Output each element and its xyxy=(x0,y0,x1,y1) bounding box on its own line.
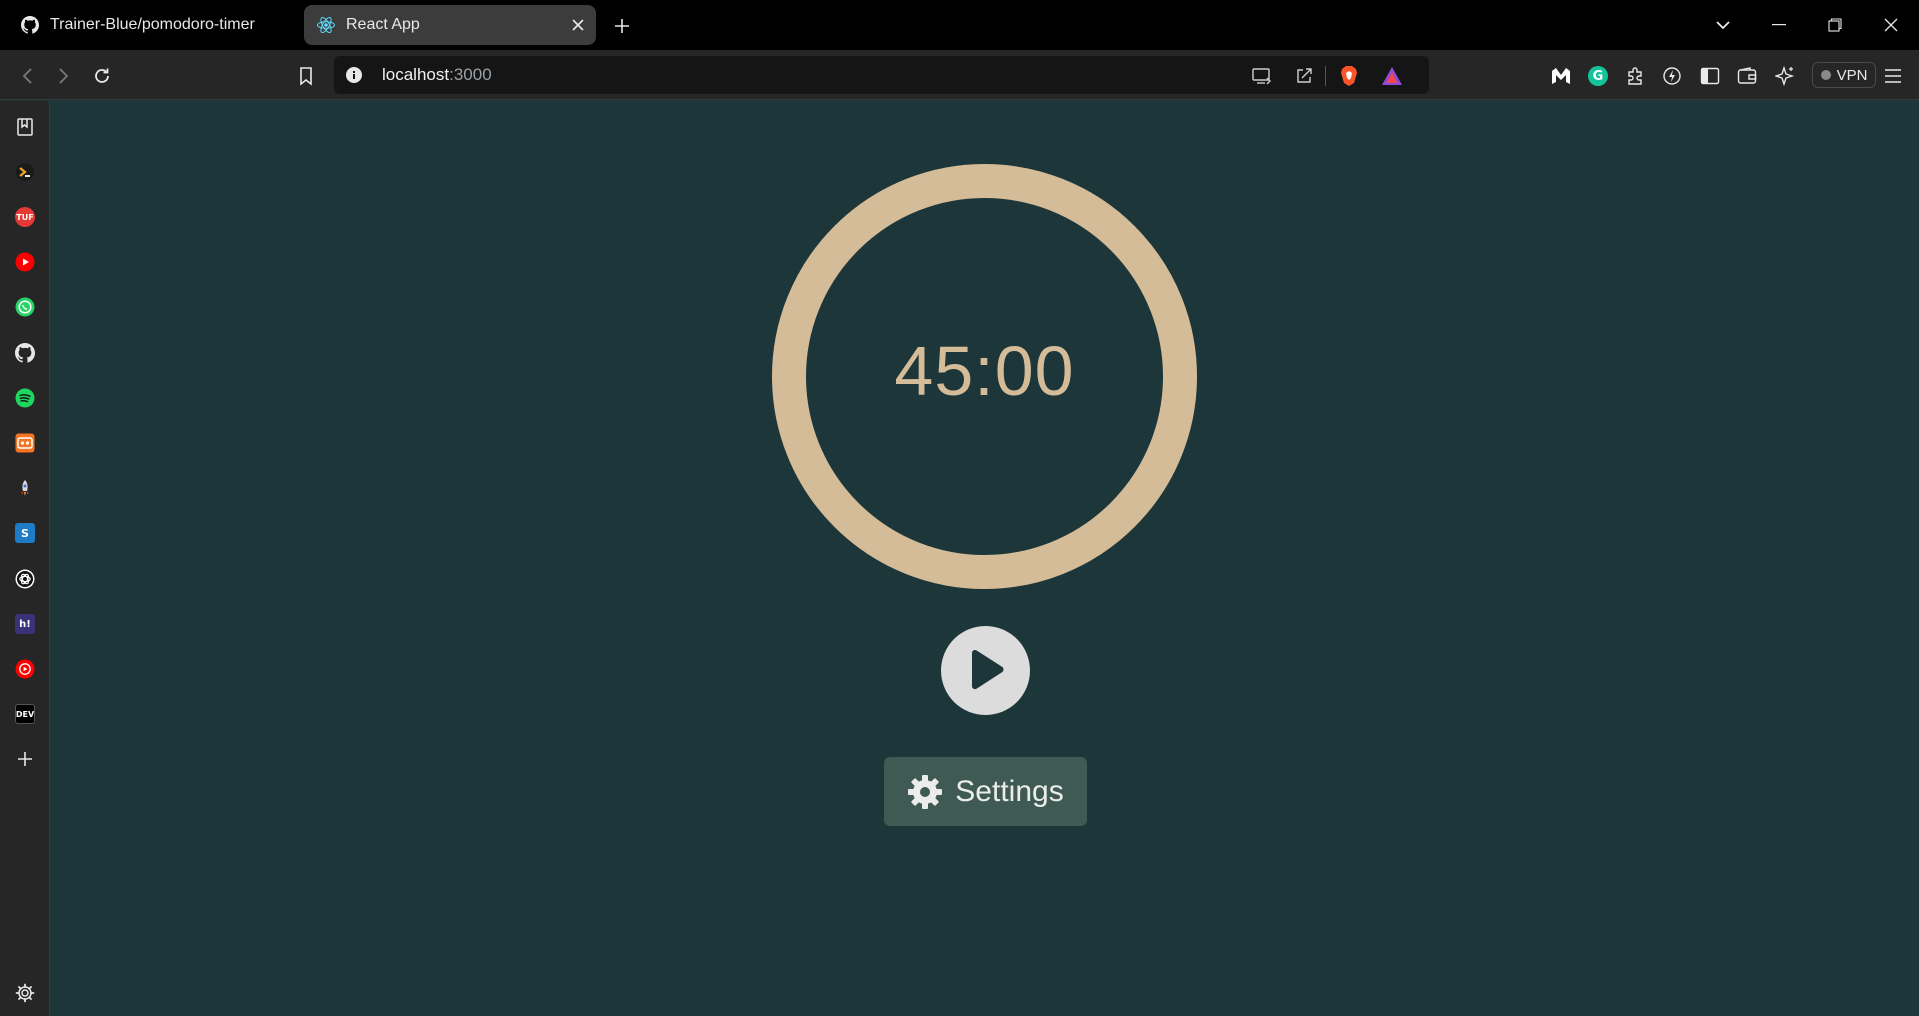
vpn-status-dot xyxy=(1820,70,1831,80)
tab-title: Trainer-Blue/pomodoro-timer xyxy=(50,16,255,33)
play-button[interactable] xyxy=(941,626,1030,715)
sparkle-icon xyxy=(1775,66,1795,86)
malwarebytes-icon xyxy=(1552,68,1570,84)
forward-arrow-icon xyxy=(59,68,69,84)
browser-sidebar: TUF S h! DEV xyxy=(0,101,50,1016)
github-icon[interactable] xyxy=(13,341,37,365)
menu-button[interactable] xyxy=(1879,62,1907,90)
sidebar-icon xyxy=(1700,67,1720,85)
reading-list-icon[interactable] xyxy=(13,115,37,139)
vpn-button[interactable]: VPN xyxy=(1812,62,1876,88)
settings-button[interactable]: Settings xyxy=(884,757,1087,826)
back-button[interactable] xyxy=(13,62,41,90)
share-icon[interactable] xyxy=(1292,64,1316,88)
prompt-icon[interactable] xyxy=(13,160,37,184)
timer-ring: 45:00 xyxy=(772,164,1197,589)
reload-button[interactable] xyxy=(88,62,116,90)
reload-icon xyxy=(95,68,109,83)
divider xyxy=(1325,66,1326,86)
extensions-button[interactable] xyxy=(1621,62,1649,90)
tab-search-button[interactable] xyxy=(1695,0,1751,50)
brave-rewards-icon[interactable] xyxy=(1380,64,1404,88)
back-arrow-icon xyxy=(22,68,32,84)
chevron-down-icon xyxy=(1716,21,1730,30)
whatsapp-icon[interactable] xyxy=(13,295,37,319)
chatgpt-icon[interactable] xyxy=(13,567,37,591)
youtube-icon[interactable] xyxy=(13,250,37,274)
address-bar[interactable]: localhost:3000 xyxy=(334,56,1429,94)
url-text: localhost:3000 xyxy=(382,65,492,84)
restore-button[interactable] xyxy=(1807,0,1863,50)
rocket-icon[interactable] xyxy=(13,476,37,500)
play-icon xyxy=(971,649,1003,689)
wallet-button[interactable] xyxy=(1733,62,1761,90)
puzzle-icon xyxy=(1628,67,1642,85)
close-window-button[interactable] xyxy=(1863,0,1919,50)
sidebar-toggle-button[interactable] xyxy=(1696,62,1724,90)
tuf-icon[interactable]: TUF xyxy=(13,205,37,229)
tab-title: React App xyxy=(346,16,420,33)
timer-display: 45:00 xyxy=(894,331,1075,410)
hashnode-icon[interactable]: h! xyxy=(13,612,37,636)
close-icon[interactable] xyxy=(568,15,588,35)
github-icon xyxy=(20,15,40,35)
tab-github[interactable]: Trainer-Blue/pomodoro-timer xyxy=(14,5,294,45)
speedreader-button[interactable] xyxy=(1658,62,1686,90)
malwarebytes-extension[interactable] xyxy=(1547,62,1575,90)
bolt-icon xyxy=(1663,67,1681,85)
site-info-icon[interactable] xyxy=(344,65,364,85)
minimize-button[interactable] xyxy=(1751,0,1807,50)
gear-icon[interactable] xyxy=(13,981,37,1005)
dev-icon[interactable]: DEV xyxy=(13,702,37,726)
tab-react-app[interactable]: React App xyxy=(304,5,596,45)
add-icon[interactable] xyxy=(13,747,37,771)
cast-icon[interactable] xyxy=(1250,64,1274,88)
gear-icon xyxy=(908,774,943,809)
hamburger-icon xyxy=(1885,69,1901,83)
browser-toolbar: localhost:3000 G VPN xyxy=(0,50,1919,100)
grammarly-extension[interactable]: G xyxy=(1584,62,1612,90)
bookmark-button[interactable] xyxy=(292,62,320,90)
forward-button[interactable] xyxy=(50,62,78,90)
scribd-icon[interactable]: S xyxy=(13,521,37,545)
brave-shields-icon[interactable] xyxy=(1337,64,1361,88)
settings-label: Settings xyxy=(955,774,1064,808)
window-controls xyxy=(1695,0,1919,50)
react-icon xyxy=(316,15,336,35)
pomodoro-app: 45:00 Settings xyxy=(51,101,1919,1016)
youtube-music-icon[interactable] xyxy=(13,657,37,681)
vpn-label: VPN xyxy=(1836,66,1868,84)
leo-ai-button[interactable] xyxy=(1771,62,1799,90)
bookmark-icon xyxy=(300,67,312,86)
grammarly-icon: G xyxy=(1588,66,1608,86)
new-tab-button[interactable] xyxy=(608,12,636,40)
wallet-icon xyxy=(1737,67,1757,84)
spotify-icon[interactable] xyxy=(13,386,37,410)
tab-strip: Trainer-Blue/pomodoro-timer React App xyxy=(0,0,1919,50)
crunchyroll-icon[interactable] xyxy=(13,431,37,455)
